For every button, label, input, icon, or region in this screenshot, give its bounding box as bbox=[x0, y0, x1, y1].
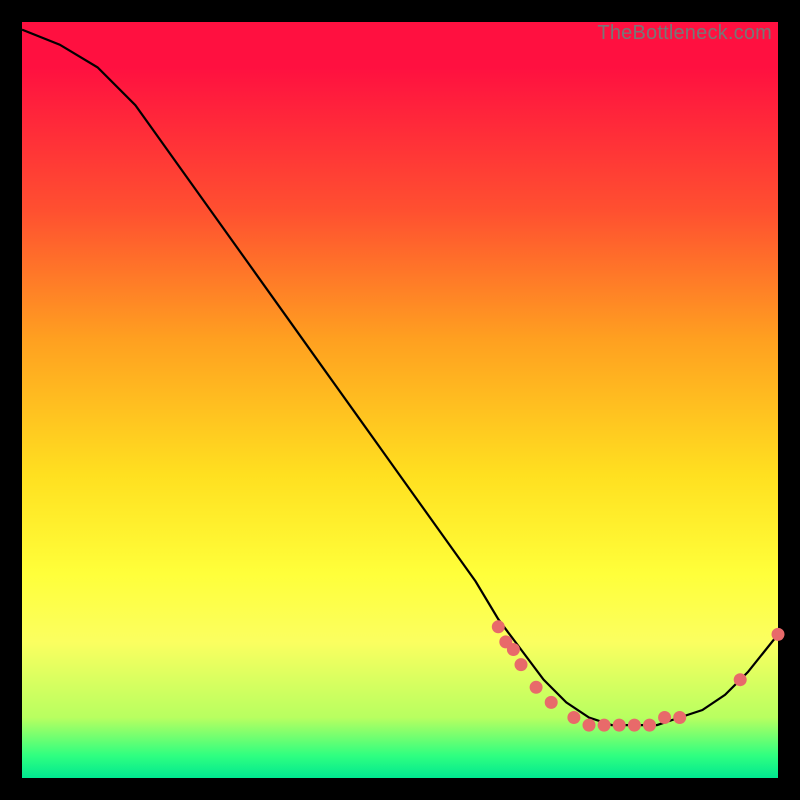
data-point bbox=[643, 719, 656, 732]
plot-area: TheBottleneck.com bbox=[22, 22, 778, 778]
chart-frame: TheBottleneck.com bbox=[0, 0, 800, 800]
data-point bbox=[628, 719, 641, 732]
data-point bbox=[772, 628, 785, 641]
curve-markers bbox=[492, 620, 785, 731]
data-point bbox=[658, 711, 671, 724]
data-point bbox=[598, 719, 611, 732]
data-point bbox=[545, 696, 558, 709]
data-point bbox=[515, 658, 528, 671]
data-point bbox=[567, 711, 580, 724]
data-point bbox=[673, 711, 686, 724]
data-point bbox=[507, 643, 520, 656]
data-point bbox=[583, 719, 596, 732]
curve-svg bbox=[22, 22, 778, 778]
data-point bbox=[734, 673, 747, 686]
data-point bbox=[492, 620, 505, 633]
bottleneck-curve bbox=[22, 30, 778, 726]
data-point bbox=[613, 719, 626, 732]
data-point bbox=[530, 681, 543, 694]
